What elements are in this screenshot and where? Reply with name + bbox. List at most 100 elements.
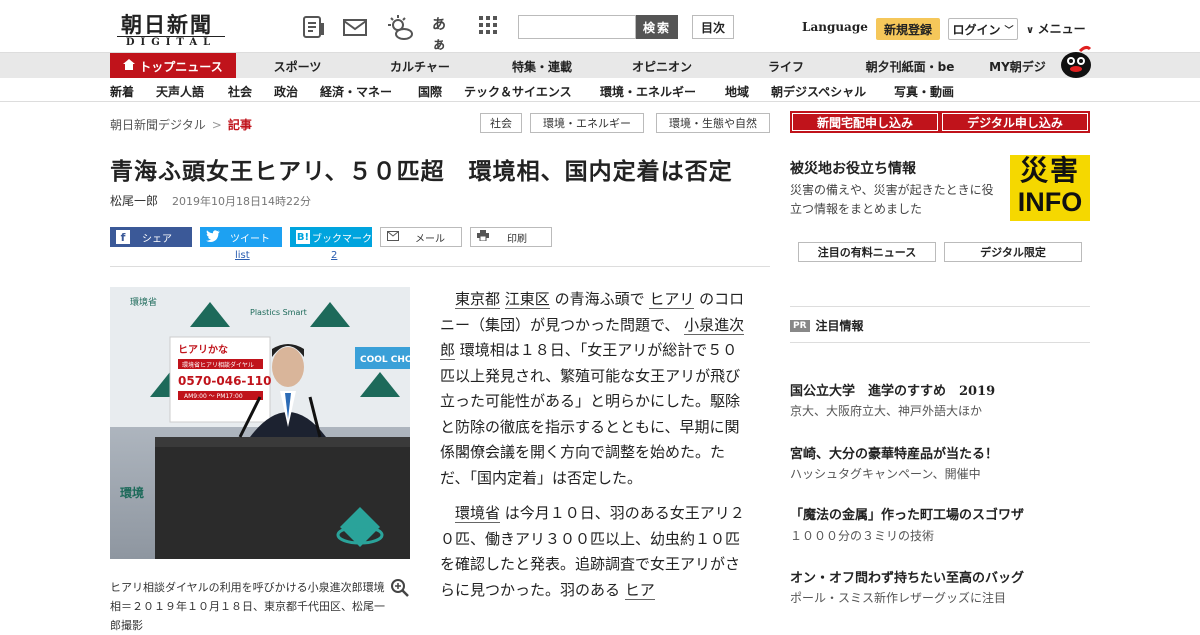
ad-item-title[interactable]: オン・オフ問わず持ちたい至高のバッグ	[790, 567, 1024, 586]
search-input[interactable]	[518, 15, 636, 39]
mail-share-label: メール	[415, 233, 445, 245]
mascot-icon[interactable]	[1058, 45, 1094, 79]
home-icon	[123, 59, 136, 73]
facebook-share-button[interactable]: f シェア	[110, 227, 192, 247]
tag-environment-ecology[interactable]: 環境・生態や自然	[656, 113, 770, 133]
gnav-item-newspaper[interactable]: 朝夕刊紙面・be	[855, 53, 965, 79]
ad-item-title[interactable]: 国公立大学 進学のすすめ 2019	[790, 380, 995, 399]
divider	[790, 306, 1090, 307]
login-button[interactable]: ログイン ﹀	[948, 18, 1018, 40]
hatena-count[interactable]: 2	[331, 250, 337, 261]
index-button[interactable]: 目次	[692, 15, 734, 39]
tag-society[interactable]: 社会	[480, 113, 522, 133]
facebook-share-label: シェア	[142, 233, 172, 245]
register-button[interactable]: 新規登録	[876, 18, 940, 40]
grid-icon[interactable]	[478, 15, 504, 39]
disaster-banner-bottom: INFO	[1017, 187, 1083, 217]
ad-item-sub[interactable]: ハッシュタグキャンペーン、開催中	[790, 465, 981, 482]
gnav-item-opinion[interactable]: オピニオン	[612, 53, 712, 79]
gnav-label: トップニュース	[139, 59, 223, 74]
chevron-down-icon: ﹀	[1004, 25, 1014, 36]
divider	[110, 266, 770, 267]
subnav-item-society[interactable]: 社会	[228, 83, 252, 100]
gnav-item-life[interactable]: ライフ	[736, 53, 836, 79]
publish-date: 2019年10月18日14時22分	[172, 195, 311, 208]
ad-item-sub[interactable]: ポール・スミス新作レザーグッズに注目	[790, 589, 1006, 606]
subnav-item-tenseijingo[interactable]: 天声人語	[156, 83, 204, 100]
tag-environment-energy[interactable]: 環境・エネルギー	[530, 113, 644, 133]
twitter-share-label: ツイート	[230, 233, 270, 245]
mail-icon[interactable]	[342, 15, 368, 39]
gnav-item-my-asahi[interactable]: MY朝デジ	[980, 53, 1055, 79]
svg-text:環境: 環境	[120, 485, 144, 500]
disaster-info-title[interactable]: 被災地お役立ち情報	[790, 158, 916, 178]
hatena-share-label: ブックマーク	[312, 233, 372, 245]
author[interactable]: 松尾一郎	[110, 194, 158, 208]
gnav-item-sports[interactable]: スポーツ	[250, 53, 345, 79]
keyword-link[interactable]: ヒア	[624, 580, 655, 600]
ad-item-sub[interactable]: 京大、大阪府立大、神戸外語大ほか	[790, 402, 982, 419]
subnav-item-politics[interactable]: 政治	[274, 83, 298, 100]
photo-caption: ヒアリ相談ダイヤルの利用を呼びかける小泉進次郎環境相＝２０１９年１０月１８日、東…	[110, 581, 385, 632]
pr-title: 注目情報	[815, 319, 864, 333]
language-link[interactable]: Language	[802, 20, 868, 34]
twitter-icon	[206, 229, 220, 245]
global-nav: トップニュース スポーツ カルチャー 特集・連載 オピニオン ライフ 朝夕刊紙面…	[0, 45, 1200, 79]
ad-item-title[interactable]: 宮崎、大分の豪華特産品が当たる！	[790, 443, 998, 462]
zoom-icon[interactable]	[390, 578, 410, 598]
hatena-bookmark-button[interactable]: B! ブックマーク	[290, 227, 372, 247]
article-photo[interactable]: 環境省 Plastics Smart COOL CHOICE ヒアリかな 環境省…	[110, 287, 410, 559]
subnav-item-new[interactable]: 新着	[110, 83, 134, 100]
digital-only-button[interactable]: デジタル限定	[944, 242, 1082, 262]
ad-item-title[interactable]: 「魔法の金属」作った町工場のスゴワザ	[790, 504, 1024, 523]
print-label: 印刷	[507, 233, 527, 245]
disaster-banner-top: 災害	[1019, 155, 1080, 187]
menu-label: メニュー	[1037, 22, 1086, 36]
newspaper-subscribe-button[interactable]: 新聞宅配申し込み	[790, 111, 940, 133]
top-bar: 朝日新聞 DIGITAL あぁ 検索 目次 Language 新規登録 ログイン…	[0, 0, 1200, 53]
site-logo[interactable]: 朝日新聞 DIGITAL	[117, 9, 225, 48]
subnav-item-environment[interactable]: 環境・エネルギー	[600, 83, 696, 100]
subnav-item-region[interactable]: 地域	[725, 83, 749, 100]
print-button[interactable]: 印刷	[470, 227, 552, 247]
subnav-item-tech[interactable]: テック＆サイエンス	[464, 83, 572, 100]
disaster-info-banner[interactable]: 災害 INFO	[1010, 155, 1090, 221]
keyword-link[interactable]: 江東区	[504, 290, 550, 309]
twitter-share-button[interactable]: ツイート	[200, 227, 282, 247]
subnav-item-special[interactable]: 朝デジスペシャル	[771, 83, 866, 100]
sign-title: ヒアリかな	[178, 344, 228, 356]
digital-subscribe-button[interactable]: デジタル申し込み	[940, 111, 1090, 133]
ad-item-sub[interactable]: １０００分の３ミリの技術	[790, 527, 934, 544]
login-label: ログイン	[952, 22, 1001, 37]
pr-heading: PR 注目情報	[790, 317, 864, 334]
backdrop-text-4: COOL CHOICE	[360, 355, 410, 365]
weather-icon[interactable]	[386, 15, 413, 40]
article-headline: 青海ふ頭女王ヒアリ、５０匹超 環境相、国内定着は否定	[110, 158, 733, 185]
keyword-link[interactable]: ヒアリ	[649, 290, 695, 309]
chevron-down-icon: ∨	[1026, 25, 1038, 36]
sign-hours: AM9:00 ～ PM17:00	[184, 393, 243, 400]
newspaper-icon[interactable]	[301, 15, 327, 39]
breadcrumb-separator: >	[211, 118, 222, 132]
search-button[interactable]: 検索	[636, 15, 678, 39]
gnav-item-features[interactable]: 特集・連載	[492, 53, 592, 79]
disaster-info-desc[interactable]: 災害の備えや、災害が起きたときに役立つ情報をまとめました	[790, 181, 1005, 219]
subnav-item-photo[interactable]: 写真・動画	[894, 83, 954, 100]
breadcrumb: 朝日新聞デジタル > 記事	[110, 116, 252, 133]
twitter-count[interactable]: list	[235, 250, 250, 261]
paid-news-button[interactable]: 注目の有料ニュース	[798, 242, 936, 262]
gnav-item-top-news[interactable]: トップニュース	[110, 53, 236, 79]
mail-share-button[interactable]: メール	[380, 227, 462, 247]
hatena-icon: B!	[296, 230, 310, 244]
article-text: の青海ふ頭で	[549, 290, 650, 308]
breadcrumb-home[interactable]: 朝日新聞デジタル	[110, 118, 206, 132]
subnav-item-international[interactable]: 国際	[418, 83, 442, 100]
menu-button[interactable]: ∨ メニュー	[1026, 20, 1086, 37]
keyword-link[interactable]: 東京都	[455, 290, 501, 309]
font-size-icon[interactable]: あぁ	[432, 14, 458, 53]
keyword-link[interactable]: 環境省	[455, 504, 501, 523]
sign-subtitle: 環境省ヒアリ相談ダイヤル	[182, 361, 254, 369]
article-paragraph-1: 東京都 江東区 の青海ふ頭で ヒアリ のコロニー（集団）が見つかった問題で、 小…	[440, 287, 750, 491]
subnav-item-economy[interactable]: 経済・マネー	[320, 83, 392, 100]
gnav-item-culture[interactable]: カルチャー	[370, 53, 470, 79]
